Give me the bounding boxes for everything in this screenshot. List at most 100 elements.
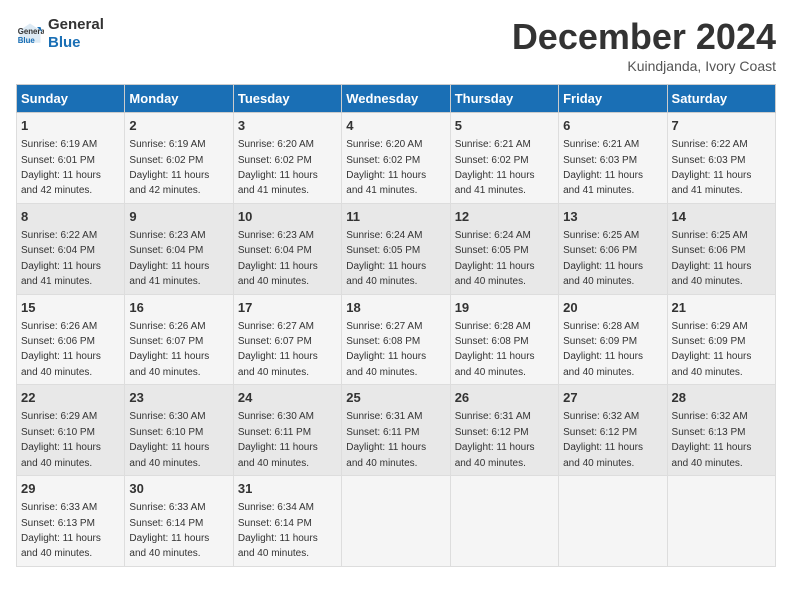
- calendar-day-cell: 20 Sunrise: 6:28 AMSunset: 6:09 PMDayligh…: [559, 294, 667, 385]
- calendar-table: SundayMondayTuesdayWednesdayThursdayFrid…: [16, 84, 776, 567]
- logo-general: General: [48, 16, 104, 33]
- day-number: 27: [563, 389, 662, 407]
- day-number: 12: [455, 208, 554, 226]
- calendar-day-cell: [342, 476, 450, 567]
- calendar-week-row: 1 Sunrise: 6:19 AMSunset: 6:01 PMDaylight…: [17, 113, 776, 204]
- calendar-day-cell: 13 Sunrise: 6:25 AMSunset: 6:06 PMDayligh…: [559, 203, 667, 294]
- day-number: 29: [21, 480, 120, 498]
- day-number: 4: [346, 117, 445, 135]
- day-number: 20: [563, 299, 662, 317]
- calendar-day-cell: 31 Sunrise: 6:34 AMSunset: 6:14 PMDayligh…: [233, 476, 341, 567]
- logo-blue: Blue: [48, 34, 104, 52]
- day-info: Sunrise: 6:25 AMSunset: 6:06 PMDaylight:…: [563, 230, 643, 287]
- day-info: Sunrise: 6:22 AMSunset: 6:04 PMDaylight:…: [21, 230, 101, 287]
- day-number: 5: [455, 117, 554, 135]
- calendar-day-cell: 29 Sunrise: 6:33 AMSunset: 6:13 PMDayligh…: [17, 476, 125, 567]
- month-title: December 2024: [512, 16, 776, 58]
- svg-text:Blue: Blue: [18, 36, 36, 45]
- calendar-day-cell: 30Sunrise: 6:33 AMSunset: 6:14 PMDayligh…: [125, 476, 233, 567]
- day-info: Sunrise: 6:31 AMSunset: 6:11 PMDaylight:…: [346, 411, 426, 468]
- calendar-day-cell: 18 Sunrise: 6:27 AMSunset: 6:08 PMDayligh…: [342, 294, 450, 385]
- day-info: Sunrise: 6:28 AMSunset: 6:09 PMDaylight:…: [563, 321, 643, 378]
- calendar-day-cell: 25Sunrise: 6:31 AMSunset: 6:11 PMDayligh…: [342, 385, 450, 476]
- calendar-day-cell: 22Sunrise: 6:29 AMSunset: 6:10 PMDayligh…: [17, 385, 125, 476]
- calendar-day-cell: 26Sunrise: 6:31 AMSunset: 6:12 PMDayligh…: [450, 385, 558, 476]
- calendar-day-cell: [667, 476, 775, 567]
- logo: General Blue General Blue: [16, 16, 104, 52]
- location: Kuindjanda, Ivory Coast: [512, 58, 776, 74]
- calendar-body: 1 Sunrise: 6:19 AMSunset: 6:01 PMDaylight…: [17, 113, 776, 567]
- calendar-day-cell: 8 Sunrise: 6:22 AMSunset: 6:04 PMDaylight…: [17, 203, 125, 294]
- calendar-day-cell: 12 Sunrise: 6:24 AMSunset: 6:05 PMDayligh…: [450, 203, 558, 294]
- day-info: Sunrise: 6:20 AMSunset: 6:02 PMDaylight:…: [238, 139, 318, 196]
- day-of-week-header: Monday: [125, 85, 233, 113]
- calendar-day-cell: 11Sunrise: 6:24 AMSunset: 6:05 PMDayligh…: [342, 203, 450, 294]
- day-number: 23: [129, 389, 228, 407]
- day-number: 18: [346, 299, 445, 317]
- calendar-day-cell: [450, 476, 558, 567]
- day-info: Sunrise: 6:19 AMSunset: 6:01 PMDaylight:…: [21, 139, 101, 196]
- day-info: Sunrise: 6:27 AMSunset: 6:07 PMDaylight:…: [238, 321, 318, 378]
- day-number: 16: [129, 299, 228, 317]
- calendar-header-row: SundayMondayTuesdayWednesdayThursdayFrid…: [17, 85, 776, 113]
- calendar-day-cell: 7 Sunrise: 6:22 AMSunset: 6:03 PMDaylight…: [667, 113, 775, 204]
- calendar-day-cell: 19Sunrise: 6:28 AMSunset: 6:08 PMDayligh…: [450, 294, 558, 385]
- calendar-week-row: 8 Sunrise: 6:22 AMSunset: 6:04 PMDaylight…: [17, 203, 776, 294]
- day-number: 21: [672, 299, 771, 317]
- day-info: Sunrise: 6:29 AMSunset: 6:09 PMDaylight:…: [672, 321, 752, 378]
- day-number: 17: [238, 299, 337, 317]
- calendar-day-cell: 9Sunrise: 6:23 AMSunset: 6:04 PMDaylight…: [125, 203, 233, 294]
- day-info: Sunrise: 6:24 AMSunset: 6:05 PMDaylight:…: [455, 230, 535, 287]
- calendar-day-cell: 10 Sunrise: 6:23 AMSunset: 6:04 PMDayligh…: [233, 203, 341, 294]
- day-info: Sunrise: 6:34 AMSunset: 6:14 PMDaylight:…: [238, 502, 318, 559]
- day-number: 13: [563, 208, 662, 226]
- day-info: Sunrise: 6:22 AMSunset: 6:03 PMDaylight:…: [672, 139, 752, 196]
- day-info: Sunrise: 6:33 AMSunset: 6:14 PMDaylight:…: [129, 502, 209, 559]
- day-info: Sunrise: 6:19 AMSunset: 6:02 PMDaylight:…: [129, 139, 209, 196]
- calendar-day-cell: 21 Sunrise: 6:29 AMSunset: 6:09 PMDayligh…: [667, 294, 775, 385]
- day-number: 15: [21, 299, 120, 317]
- day-number: 11: [346, 208, 445, 226]
- day-of-week-header: Friday: [559, 85, 667, 113]
- day-info: Sunrise: 6:30 AMSunset: 6:11 PMDaylight:…: [238, 411, 318, 468]
- calendar-day-cell: 15 Sunrise: 6:26 AMSunset: 6:06 PMDayligh…: [17, 294, 125, 385]
- day-of-week-header: Thursday: [450, 85, 558, 113]
- calendar-week-row: 15 Sunrise: 6:26 AMSunset: 6:06 PMDayligh…: [17, 294, 776, 385]
- calendar-day-cell: 2Sunrise: 6:19 AMSunset: 6:02 PMDaylight…: [125, 113, 233, 204]
- day-number: 3: [238, 117, 337, 135]
- day-number: 7: [672, 117, 771, 135]
- day-info: Sunrise: 6:30 AMSunset: 6:10 PMDaylight:…: [129, 411, 209, 468]
- calendar-day-cell: 28Sunrise: 6:32 AMSunset: 6:13 PMDayligh…: [667, 385, 775, 476]
- day-info: Sunrise: 6:25 AMSunset: 6:06 PMDaylight:…: [672, 230, 752, 287]
- day-info: Sunrise: 6:21 AMSunset: 6:02 PMDaylight:…: [455, 139, 535, 196]
- calendar-day-cell: 4 Sunrise: 6:20 AMSunset: 6:02 PMDaylight…: [342, 113, 450, 204]
- day-of-week-header: Wednesday: [342, 85, 450, 113]
- calendar-day-cell: 3 Sunrise: 6:20 AMSunset: 6:02 PMDaylight…: [233, 113, 341, 204]
- day-number: 6: [563, 117, 662, 135]
- calendar-day-cell: 23 Sunrise: 6:30 AMSunset: 6:10 PMDayligh…: [125, 385, 233, 476]
- calendar-day-cell: 1 Sunrise: 6:19 AMSunset: 6:01 PMDaylight…: [17, 113, 125, 204]
- page-header: General Blue General Blue December 2024 …: [16, 16, 776, 74]
- day-number: 28: [672, 389, 771, 407]
- day-info: Sunrise: 6:28 AMSunset: 6:08 PMDaylight:…: [455, 321, 535, 378]
- calendar-day-cell: 24Sunrise: 6:30 AMSunset: 6:11 PMDayligh…: [233, 385, 341, 476]
- day-info: Sunrise: 6:23 AMSunset: 6:04 PMDaylight:…: [238, 230, 318, 287]
- logo-icon: General Blue: [16, 20, 44, 48]
- day-info: Sunrise: 6:33 AMSunset: 6:13 PMDaylight:…: [21, 502, 101, 559]
- title-block: December 2024 Kuindjanda, Ivory Coast: [512, 16, 776, 74]
- day-info: Sunrise: 6:26 AMSunset: 6:06 PMDaylight:…: [21, 321, 101, 378]
- day-info: Sunrise: 6:20 AMSunset: 6:02 PMDaylight:…: [346, 139, 426, 196]
- day-info: Sunrise: 6:27 AMSunset: 6:08 PMDaylight:…: [346, 321, 426, 378]
- day-info: Sunrise: 6:32 AMSunset: 6:12 PMDaylight:…: [563, 411, 643, 468]
- day-number: 31: [238, 480, 337, 498]
- calendar-day-cell: 14Sunrise: 6:25 AMSunset: 6:06 PMDayligh…: [667, 203, 775, 294]
- day-number: 8: [21, 208, 120, 226]
- day-number: 10: [238, 208, 337, 226]
- calendar-day-cell: [559, 476, 667, 567]
- calendar-day-cell: 16Sunrise: 6:26 AMSunset: 6:07 PMDayligh…: [125, 294, 233, 385]
- day-number: 1: [21, 117, 120, 135]
- day-number: 9: [129, 208, 228, 226]
- day-of-week-header: Saturday: [667, 85, 775, 113]
- day-info: Sunrise: 6:29 AMSunset: 6:10 PMDaylight:…: [21, 411, 101, 468]
- day-info: Sunrise: 6:31 AMSunset: 6:12 PMDaylight:…: [455, 411, 535, 468]
